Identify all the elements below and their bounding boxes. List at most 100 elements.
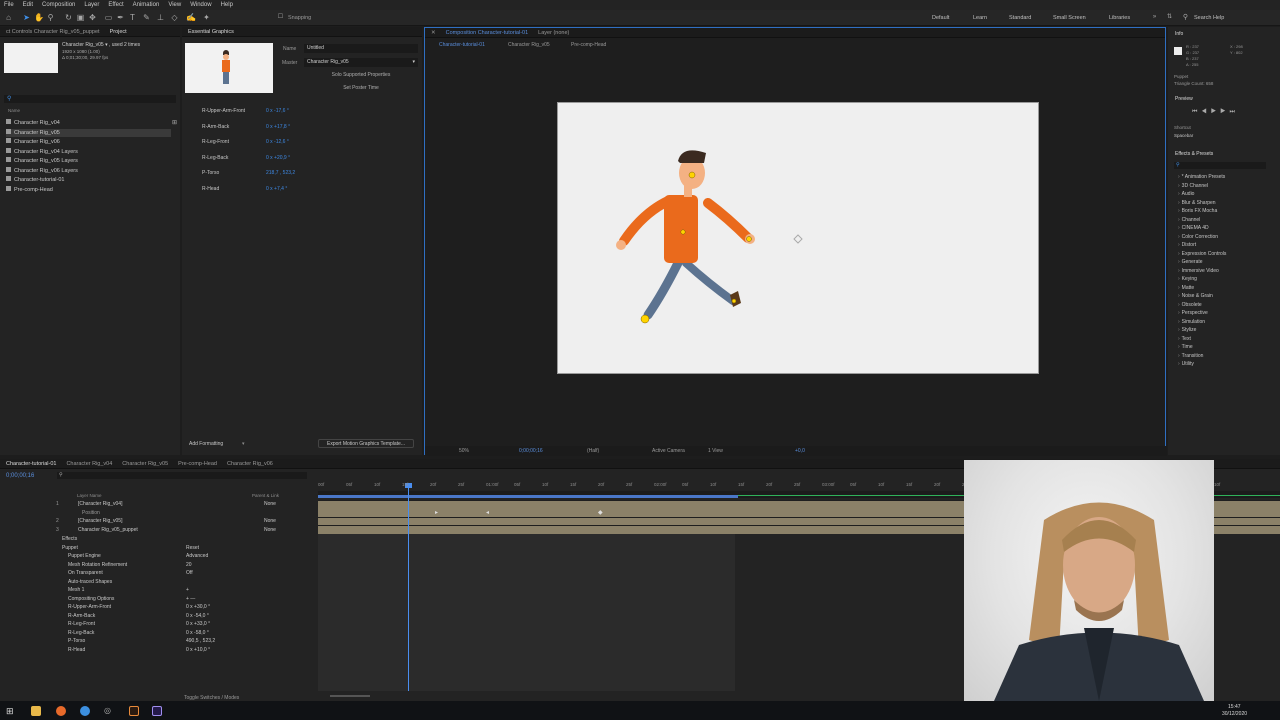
- effects-category-item[interactable]: › Stylize: [1178, 327, 1196, 333]
- tab-project[interactable]: Project: [110, 29, 127, 35]
- effects-category-item[interactable]: › Time: [1178, 344, 1193, 350]
- work-area-bar[interactable]: [318, 495, 738, 498]
- effects-category-item[interactable]: › Noise & Grain: [1178, 293, 1213, 299]
- search-help-input[interactable]: Search Help: [1194, 15, 1224, 21]
- effects-category-item[interactable]: › Audio: [1178, 191, 1194, 197]
- property-name[interactable]: Puppet Engine: [68, 553, 101, 559]
- illustrator-icon[interactable]: [129, 706, 139, 716]
- eg-property-value[interactable]: 0 x -12,6 °: [266, 139, 289, 145]
- property-name[interactable]: R-Leg-Front: [68, 621, 95, 627]
- effects-category-item[interactable]: › Matte: [1178, 285, 1194, 291]
- tab-composition[interactable]: Composition Character-tutorial-01: [446, 30, 529, 36]
- effects-category-item[interactable]: › Keying: [1178, 276, 1197, 282]
- property-value[interactable]: 490,5 , 523,2: [186, 638, 215, 644]
- playhead[interactable]: [408, 485, 409, 691]
- project-list-item[interactable]: Character Rig_v05 Layers: [6, 157, 171, 165]
- menu-item-animation[interactable]: Animation: [133, 2, 160, 8]
- tab-preview[interactable]: Preview: [1175, 96, 1193, 102]
- close-icon[interactable]: ✕: [431, 30, 436, 36]
- search-icon[interactable]: ⚲: [1181, 13, 1190, 22]
- property-value[interactable]: + —: [186, 596, 195, 602]
- property-value[interactable]: 0 x +33,0 °: [186, 621, 210, 627]
- eg-name-input[interactable]: Untitled: [304, 44, 418, 53]
- layer-name[interactable]: [Character Rig_v05]: [78, 518, 122, 524]
- effects-category-item[interactable]: › Boris FX Mocha: [1178, 208, 1217, 214]
- property-value[interactable]: 0 x +10,0 °: [186, 647, 210, 653]
- effects-category-item[interactable]: › Perspective: [1178, 310, 1208, 316]
- breadcrumb-3[interactable]: Pre-comp-Head: [571, 42, 606, 48]
- property-value[interactable]: +: [186, 587, 189, 593]
- eg-master-select[interactable]: Character Rig_v05 ▾: [304, 58, 418, 67]
- tab-essential-graphics[interactable]: Essential Graphics: [188, 29, 234, 35]
- timeline-zoom-slider[interactable]: [330, 695, 370, 697]
- property-name[interactable]: Mesh Rotation Refinement: [68, 562, 127, 568]
- after-effects-icon[interactable]: [152, 706, 162, 716]
- timeline-tab[interactable]: Character-tutorial-01: [6, 461, 56, 467]
- property-name[interactable]: Effects: [62, 536, 77, 542]
- project-list-item[interactable]: Pre-comp-Head: [6, 185, 171, 194]
- file-explorer-icon[interactable]: [31, 706, 41, 716]
- property-value[interactable]: Off: [186, 570, 193, 576]
- comp-timecode[interactable]: 0;00;00;16: [519, 448, 543, 454]
- breadcrumb-2[interactable]: Character Rig_v05: [508, 42, 550, 48]
- effects-category-item[interactable]: › Immersive Video: [1178, 268, 1219, 274]
- rectangle-tool-icon[interactable]: ▭: [104, 13, 113, 22]
- effects-category-item[interactable]: › Distort: [1178, 242, 1196, 248]
- pen-tool-icon[interactable]: ✒: [116, 13, 125, 22]
- menu-item-window[interactable]: Window: [190, 2, 211, 8]
- comp-canvas[interactable]: [557, 102, 1039, 374]
- project-search-input[interactable]: ⚲: [4, 95, 176, 103]
- timeline-tracks[interactable]: [318, 534, 735, 691]
- property-value[interactable]: Advanced: [186, 553, 208, 559]
- camera-tool-icon[interactable]: ▣: [76, 13, 85, 22]
- property-name[interactable]: Auto-traced Shapes: [68, 579, 112, 585]
- menu-item-edit[interactable]: Edit: [23, 2, 33, 8]
- eg-poster-button[interactable]: Set Poster Time: [304, 84, 418, 93]
- effects-category-item[interactable]: › Color Correction: [1178, 234, 1218, 240]
- effects-category-item[interactable]: › 3D Channel: [1178, 183, 1208, 189]
- puppet-pin-tool-icon[interactable]: ✦: [202, 13, 211, 22]
- project-list-item[interactable]: Character Rig_v06 Layers: [6, 166, 171, 175]
- exposure-value[interactable]: +0,0: [795, 448, 805, 454]
- layer-name[interactable]: Character Rig_v05_puppet: [78, 527, 138, 533]
- layer-parent-select[interactable]: None: [264, 518, 276, 524]
- add-formatting-chevron-icon[interactable]: ▾: [242, 441, 245, 447]
- property-value[interactable]: 20: [186, 562, 192, 568]
- rotate-tool-icon[interactable]: ↻: [64, 13, 73, 22]
- workspace-default[interactable]: Default: [932, 15, 949, 21]
- timeline-search-input[interactable]: ⚲: [57, 472, 307, 479]
- menu-item-composition[interactable]: Composition: [42, 2, 75, 8]
- eg-property-value[interactable]: 0 x +20,9 °: [266, 155, 290, 161]
- menu-item-help[interactable]: Help: [221, 2, 233, 8]
- pan-behind-tool-icon[interactable]: ✥: [88, 13, 97, 22]
- project-flowchart-icon[interactable]: ⊞: [172, 119, 177, 126]
- views-select[interactable]: 1 View: [708, 448, 723, 454]
- eg-property-value[interactable]: 218,7 , 523,2: [266, 170, 295, 176]
- property-value[interactable]: 0 x -54,0 °: [186, 613, 209, 619]
- effects-category-item[interactable]: › Generate: [1178, 259, 1203, 265]
- effects-search-input[interactable]: ⚲: [1174, 162, 1266, 169]
- layer-parent-select[interactable]: None: [264, 501, 276, 507]
- tab-info[interactable]: Info: [1175, 31, 1183, 37]
- hand-tool-icon[interactable]: ✋: [34, 13, 44, 22]
- zoom-tool-icon[interactable]: ⚲: [46, 13, 55, 22]
- steam-icon[interactable]: ◎: [104, 706, 114, 716]
- property-name[interactable]: R-Upper-Arm-Front: [68, 604, 111, 610]
- project-list-item[interactable]: Character-tutorial-01: [6, 176, 171, 184]
- menu-item-layer[interactable]: Layer: [84, 2, 99, 8]
- eg-solo-button[interactable]: Solo Supported Properties: [304, 71, 418, 80]
- property-name[interactable]: Puppet: [62, 545, 78, 551]
- magnification-select[interactable]: 50%: [459, 448, 469, 454]
- property-name[interactable]: On Transparent: [68, 570, 103, 576]
- eraser-tool-icon[interactable]: ◇: [170, 13, 179, 22]
- snapping-checkbox-icon[interactable]: ☐: [276, 13, 285, 22]
- add-formatting-button[interactable]: Add Formatting: [189, 441, 223, 447]
- layer-name[interactable]: Position: [82, 510, 100, 516]
- more-workspaces-icon[interactable]: »: [1150, 13, 1159, 22]
- effects-category-item[interactable]: › * Animation Presets: [1178, 174, 1225, 180]
- brush-tool-icon[interactable]: ✎: [142, 13, 151, 22]
- type-tool-icon[interactable]: T: [128, 13, 137, 22]
- property-value[interactable]: 0 x -58,0 °: [186, 630, 209, 636]
- eg-property-value[interactable]: 0 x +17,8 °: [266, 124, 290, 130]
- tab-layer[interactable]: Layer (none): [538, 30, 569, 36]
